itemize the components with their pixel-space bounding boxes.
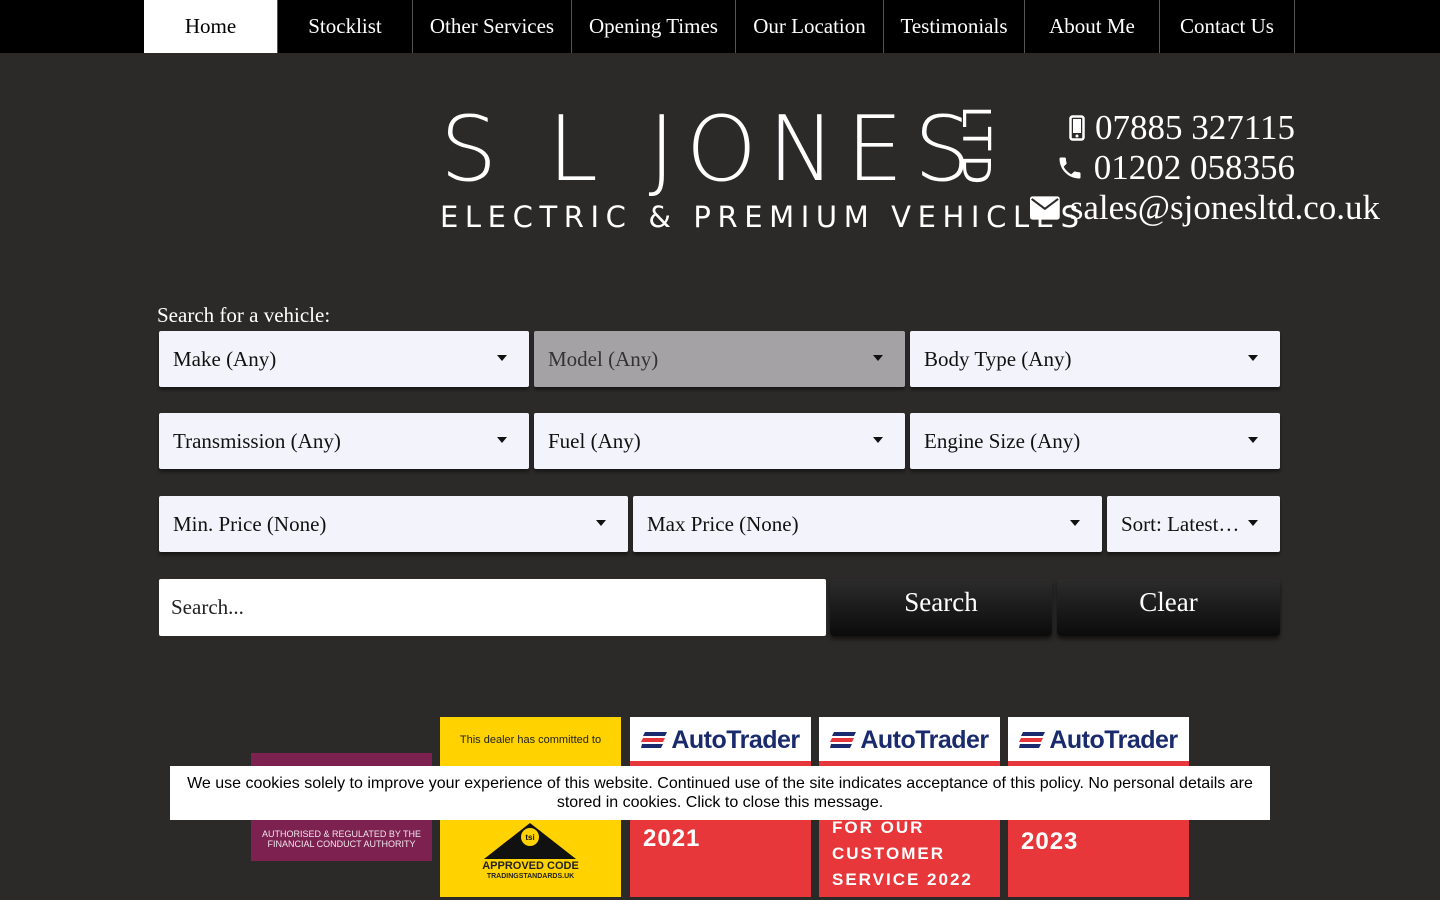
chevron-down-icon	[1070, 520, 1080, 526]
search-button[interactable]: Search	[830, 579, 1052, 636]
nav-item-contact-us[interactable]: Contact Us	[1160, 0, 1295, 53]
nav-menu: Home Stocklist Other Services Opening Times…	[144, 0, 1295, 53]
tsi-code-text: APPROVED CODE	[482, 860, 579, 872]
chevron-down-icon	[1248, 355, 1258, 361]
award-year: 2021	[643, 825, 701, 852]
search-label: Search for a vehicle:	[157, 303, 331, 327]
body-type-select[interactable]: Body Type (Any)	[910, 331, 1280, 387]
autotrader-logo: AutoTrader	[630, 717, 811, 763]
nav-item-stocklist[interactable]: Stocklist	[278, 0, 413, 53]
cookie-banner[interactable]: We use cookies solely to improve your ex…	[170, 766, 1270, 820]
engine-size-select[interactable]: Engine Size (Any)	[910, 413, 1280, 469]
nav-item-opening-times[interactable]: Opening Times	[572, 0, 736, 53]
top-nav: Home Stocklist Other Services Opening Times…	[0, 0, 1440, 53]
mobile-number: 07885 327115	[1095, 108, 1295, 147]
fca-badge-text: AUTHORISED & REGULATED BY THE FINANCIAL …	[261, 829, 422, 849]
email-contact[interactable]: sales@sjonesltd.co.uk	[1030, 188, 1390, 228]
max-price-select[interactable]: Max Price (None)	[633, 496, 1102, 552]
brand-logo[interactable]: S L JONES LTD ELECTRIC & PREMIUM VEHICLE…	[440, 97, 1079, 239]
tsi-url-text: TRADINGSTANDARDS.UK	[486, 873, 575, 880]
nav-item-testimonials[interactable]: Testimonials	[884, 0, 1025, 53]
brand-name: S L JONES	[440, 97, 983, 202]
envelope-icon	[1030, 196, 1060, 220]
autotrader-flag-icon	[1019, 732, 1046, 748]
chevron-down-icon	[873, 355, 883, 361]
phone-icon	[1059, 157, 1081, 179]
autotrader-logo: AutoTrader	[819, 717, 1000, 763]
email-address: sales@sjonesltd.co.uk	[1069, 188, 1380, 227]
model-select[interactable]: Model (Any)	[534, 331, 905, 387]
mobile-phone-icon	[1069, 115, 1085, 141]
autotrader-flag-icon	[641, 732, 668, 748]
nav-item-home[interactable]: Home	[144, 0, 278, 53]
tsi-logo-icon: tsi	[484, 823, 576, 859]
chevron-down-icon	[1248, 520, 1258, 526]
tsi-badge-heading: This dealer has committed to	[459, 734, 602, 746]
tsi-logo-text: tsi	[525, 833, 534, 842]
chevron-down-icon	[497, 437, 507, 443]
transmission-select[interactable]: Transmission (Any)	[159, 413, 529, 469]
sort-select[interactable]: Sort: Latest…	[1107, 496, 1280, 552]
phone-number: 01202 058356	[1093, 148, 1295, 187]
award-year: 2023	[1021, 828, 1079, 855]
award-text: FOR OUR CUSTOMER SERVICE 2022	[832, 818, 973, 889]
chevron-down-icon	[873, 437, 883, 443]
chevron-down-icon	[1248, 437, 1258, 443]
nav-item-other-services[interactable]: Other Services	[413, 0, 572, 53]
clear-button[interactable]: Clear	[1057, 579, 1280, 636]
make-select[interactable]: Make (Any)	[159, 331, 529, 387]
brand-tagline: ELECTRIC & PREMIUM VEHICLES	[440, 200, 1086, 234]
brand-suffix: LTD	[954, 106, 998, 190]
nav-item-our-location[interactable]: Our Location	[736, 0, 884, 53]
mobile-contact[interactable]: 07885 327115	[1030, 108, 1390, 148]
autotrader-logo: AutoTrader	[1008, 717, 1189, 763]
chevron-down-icon	[497, 355, 507, 361]
autotrader-flag-icon	[830, 732, 857, 748]
fuel-select[interactable]: Fuel (Any)	[534, 413, 905, 469]
nav-item-about-me[interactable]: About Me	[1025, 0, 1160, 53]
min-price-select[interactable]: Min. Price (None)	[159, 496, 628, 552]
contact-info: 07885 327115 01202 058356 sales@sjoneslt…	[1030, 108, 1390, 228]
chevron-down-icon	[596, 520, 606, 526]
phone-contact[interactable]: 01202 058356	[1030, 148, 1390, 188]
search-input[interactable]	[159, 579, 826, 636]
